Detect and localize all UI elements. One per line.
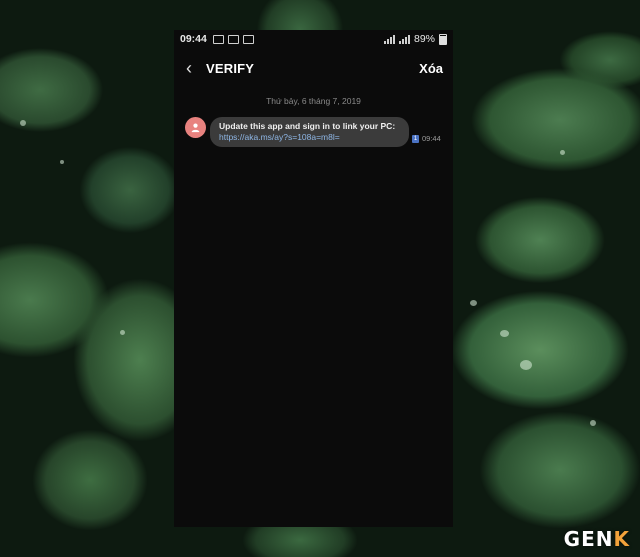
water-drop <box>590 420 596 426</box>
status-time: 09:44 <box>180 33 207 45</box>
message-row: Update this app and sign in to link your… <box>174 117 453 147</box>
app-bar: ‹ VERIFY Xóa <box>174 48 453 88</box>
water-drop <box>20 120 26 126</box>
conversation-title: VERIFY <box>206 60 255 76</box>
signal-icon <box>383 34 395 44</box>
youtube-icon <box>242 34 254 44</box>
date-separator: Thứ bảy, 6 tháng 7, 2019 <box>266 96 361 106</box>
avatar[interactable] <box>185 117 206 138</box>
battery-icon <box>439 33 447 45</box>
genk-watermark: GENK <box>563 527 630 551</box>
water-drop <box>120 330 125 335</box>
sim-badge: 1 <box>412 134 419 143</box>
water-drop <box>560 150 565 155</box>
message-time: 09:44 <box>422 134 441 143</box>
water-drop <box>520 360 532 370</box>
water-drop <box>60 160 64 164</box>
person-icon <box>191 123 200 133</box>
message-bubble[interactable]: Update this app and sign in to link your… <box>210 117 409 147</box>
message-text: Update this app and sign in to link your… <box>219 121 396 131</box>
gallery-icon <box>227 34 239 44</box>
chevron-left-icon[interactable]: ‹ <box>186 59 192 77</box>
phone-screen: 09:44 89% ‹ VERIFY Xóa Thứ bảy, 6 tháng … <box>174 30 453 527</box>
signal-icon-2 <box>398 34 410 44</box>
message-link[interactable]: https://aka.ms/ay?s=108a=m8l= <box>219 132 399 143</box>
status-bar: 09:44 89% <box>174 30 453 48</box>
delete-button[interactable]: Xóa <box>419 61 443 76</box>
notification-icon <box>212 34 224 44</box>
water-drop <box>470 300 477 306</box>
message-meta: 1 09:44 <box>412 134 441 143</box>
battery-percent: 89% <box>413 33 435 45</box>
water-drop <box>500 330 509 337</box>
